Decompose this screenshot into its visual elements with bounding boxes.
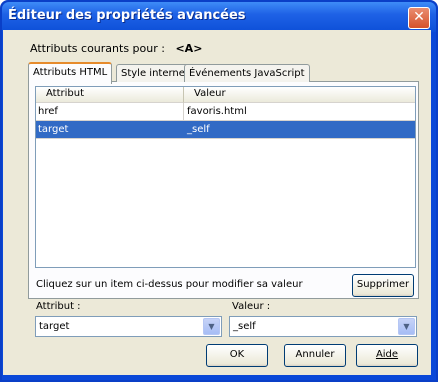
hint-text: Cliquez sur un item ci-dessus pour modif…	[36, 279, 303, 290]
current-tag: <A>	[175, 42, 203, 55]
row-attribute: href	[38, 106, 58, 117]
help-button[interactable]: Aide	[356, 344, 418, 367]
tab-html-attributes[interactable]: Attributs HTML	[28, 62, 113, 84]
row-value: favoris.html	[187, 106, 247, 117]
row-attribute: target	[38, 124, 69, 135]
tab-inline-style[interactable]: Style interne	[116, 64, 190, 82]
row-value: _self	[187, 124, 210, 135]
current-attributes-label: Attributs courants pour : <A>	[30, 42, 202, 55]
close-icon[interactable]: ✕	[408, 7, 430, 29]
value-combobox[interactable]: _self ▼	[229, 316, 417, 337]
ok-button[interactable]: OK	[206, 344, 268, 367]
delete-button[interactable]: Supprimer	[352, 274, 414, 297]
attribute-label: Attribut :	[36, 301, 81, 312]
value-label: Valeur :	[232, 301, 271, 312]
cancel-button[interactable]: Annuler	[284, 344, 346, 367]
tab-javascript-events[interactable]: Événements JavaScript	[184, 64, 310, 82]
attribute-combobox-value: target	[39, 321, 70, 332]
table-row-selected[interactable]: target _self	[36, 121, 415, 139]
value-combobox-value: _self	[233, 321, 256, 332]
attribute-combobox[interactable]: target ▼	[35, 316, 222, 337]
table-row[interactable]: href favoris.html	[36, 103, 415, 121]
column-divider	[183, 103, 184, 120]
chevron-down-icon[interactable]: ▼	[203, 318, 220, 335]
window-title: Éditeur des propriétés avancées	[8, 8, 246, 23]
column-header-attribute-label: Attribut	[46, 88, 85, 99]
column-header-value[interactable]: Valeur	[184, 87, 415, 103]
current-attributes-text: Attributs courants pour :	[30, 42, 165, 55]
title-bar[interactable]: Éditeur des propriétés avancées ✕	[2, 2, 436, 32]
column-header-value-label: Valeur	[194, 88, 226, 99]
attributes-list[interactable]: Attribut Valeur href favoris.html target…	[35, 86, 416, 268]
chevron-down-icon[interactable]: ▼	[398, 318, 415, 335]
column-header-attribute[interactable]: Attribut	[36, 87, 184, 103]
